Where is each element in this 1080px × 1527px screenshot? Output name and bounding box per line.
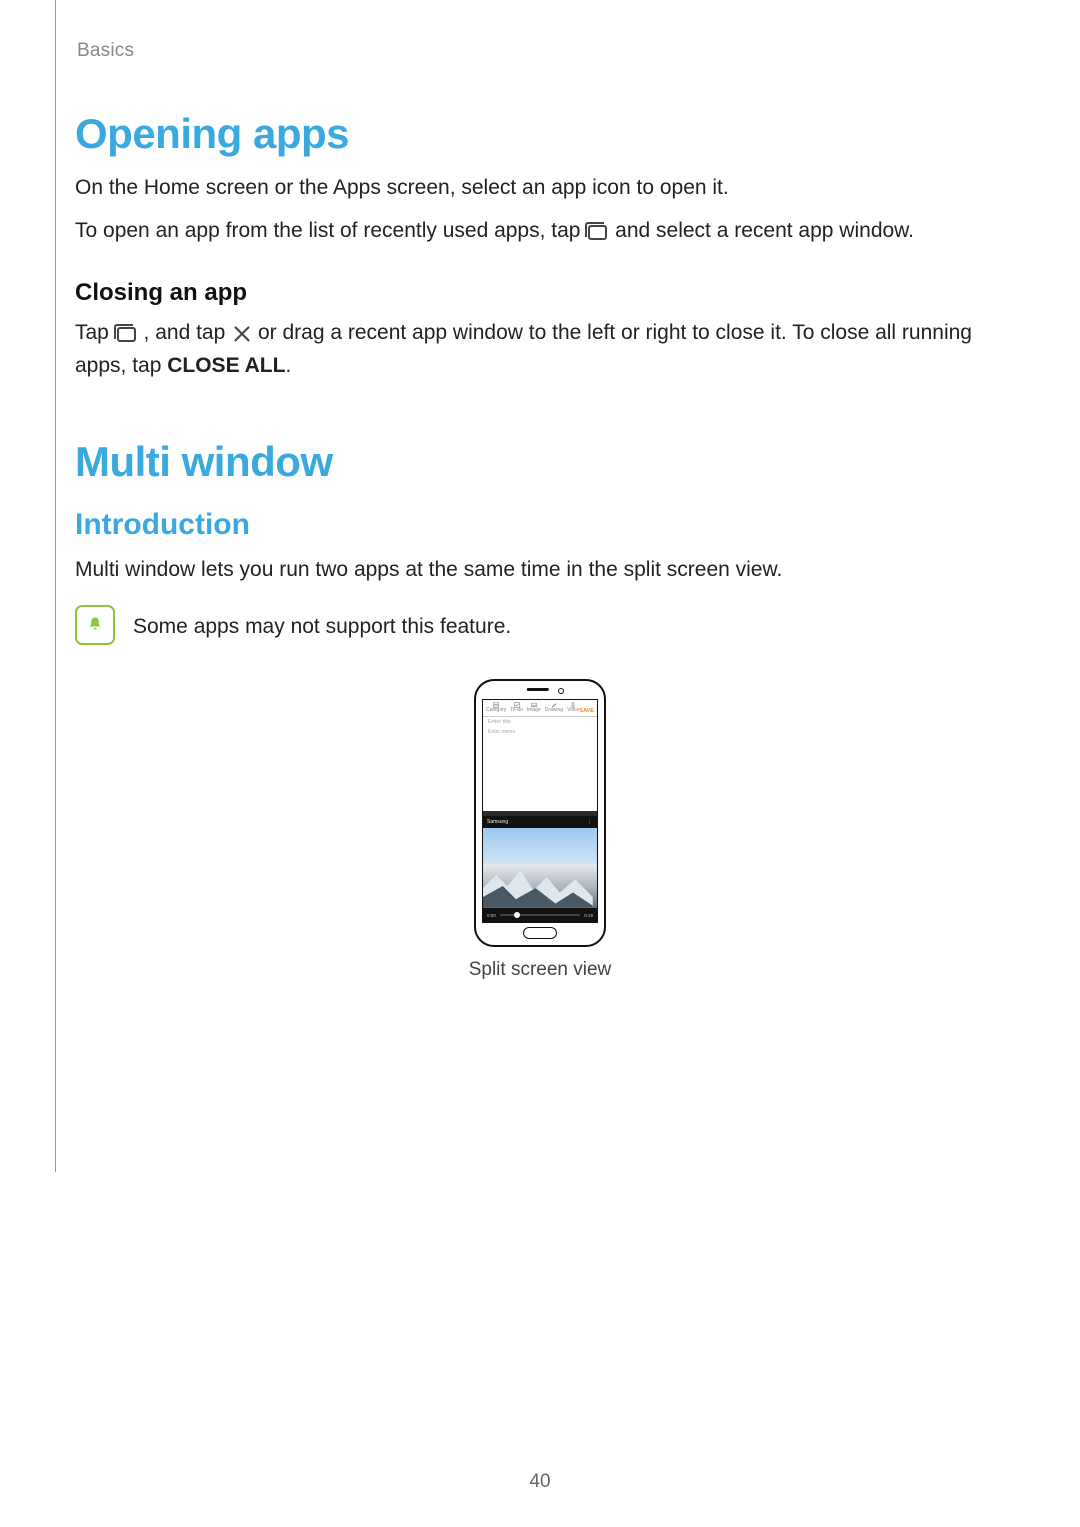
heading-closing-an-app: Closing an app <box>75 279 1005 307</box>
breadcrumb: Basics <box>77 40 1005 62</box>
split-bottom-app: Samsung ⋮ 0:00 0:19 <box>483 816 597 922</box>
phone-home-button <box>523 927 557 939</box>
bell-icon <box>86 616 104 634</box>
video-frame <box>483 828 597 908</box>
heading-opening-apps: Opening apps <box>75 110 1005 158</box>
heading-multi-window: Multi window <box>75 438 1005 486</box>
mountain-artwork <box>483 864 593 908</box>
illustration-caption: Split screen view <box>469 959 612 981</box>
time-current: 0:00 <box>487 913 496 918</box>
text-fragment: To open an app from the list of recently… <box>75 219 586 242</box>
manual-page: Basics Opening apps On the Home screen o… <box>0 0 1080 1527</box>
opening-paragraph-1: On the Home screen or the Apps screen, s… <box>75 172 1005 205</box>
memo-toolbar-items: Category To-do Image Drawing Voice <box>486 702 579 714</box>
memo-title-field: Enter title <box>483 717 597 727</box>
toolbar-item: Category <box>486 702 506 714</box>
close-icon <box>233 325 250 342</box>
note-badge <box>75 605 115 645</box>
seek-track <box>500 914 580 916</box>
more-icon: ⋮ <box>587 819 593 825</box>
toolbar-item: To-do <box>510 702 523 714</box>
text-fragment: , and tap <box>144 321 232 344</box>
video-controls: 0:00 0:19 <box>483 908 597 922</box>
phone-illustration-block: Category To-do Image Drawing Voice SAVE … <box>75 679 1005 981</box>
phone-illustration: Category To-do Image Drawing Voice SAVE … <box>474 679 606 947</box>
memo-toolbar: Category To-do Image Drawing Voice SAVE <box>483 700 597 717</box>
text-fragment: and select a recent app window. <box>615 219 914 242</box>
multi-paragraph-1: Multi window lets you run two apps at th… <box>75 554 1005 587</box>
video-title: Samsung <box>487 819 508 825</box>
split-top-app: Category To-do Image Drawing Voice SAVE … <box>483 700 597 811</box>
recents-icon <box>117 327 136 342</box>
note-callout: Some apps may not support this feature. <box>75 605 1005 654</box>
toolbar-item: Drawing <box>545 702 563 714</box>
phone-camera-dot <box>558 688 564 694</box>
memo-body-field: Enter memo <box>483 727 597 737</box>
margin-rule <box>55 0 56 1172</box>
text-fragment: . <box>285 354 291 377</box>
heading-introduction: Introduction <box>75 508 1005 542</box>
time-end: 0:19 <box>584 913 593 918</box>
phone-earpiece <box>527 688 549 691</box>
text-fragment: Tap <box>75 321 115 344</box>
recents-icon <box>588 225 607 240</box>
close-all-label: CLOSE ALL <box>167 354 285 377</box>
toolbar-item: Image <box>527 702 541 714</box>
video-header: Samsung ⋮ <box>483 816 597 828</box>
phone-screen: Category To-do Image Drawing Voice SAVE … <box>482 699 598 923</box>
opening-paragraph-2: To open an app from the list of recently… <box>75 215 1005 248</box>
memo-save-button: SAVE <box>579 708 594 714</box>
note-text: Some apps may not support this feature. <box>133 611 511 644</box>
toolbar-item: Voice <box>567 702 579 714</box>
page-number: 40 <box>0 1471 1080 1493</box>
closing-paragraph: Tap , and tap or drag a recent app windo… <box>75 317 1005 382</box>
